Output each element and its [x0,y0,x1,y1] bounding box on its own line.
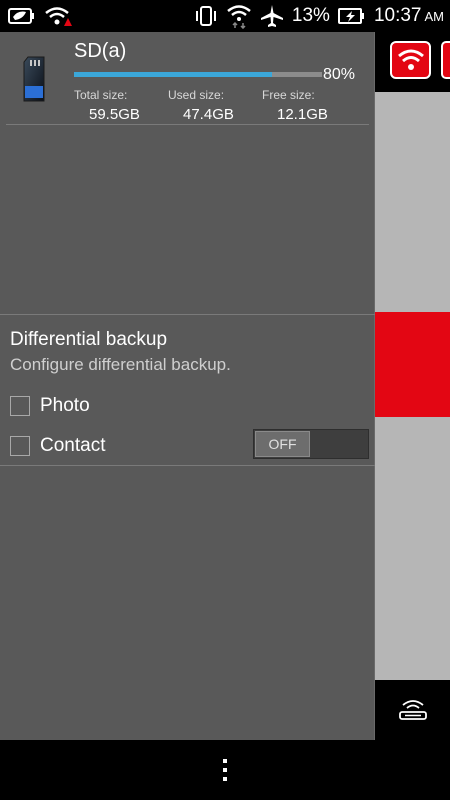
differential-backup-subtitle: Configure differential backup. [10,355,231,374]
photo-label: Photo [40,395,90,416]
sd-card-icon [23,56,45,102]
storage-card[interactable]: SD(a) 80% Total size: 59.5GB Used size: … [0,32,375,125]
overflow-menu-icon[interactable] [218,759,232,781]
navigation-bar [0,740,450,800]
underlying-grey-area-top [375,92,450,312]
vibrate-icon [195,6,216,26]
toggle-knob: OFF [255,431,310,457]
differential-backup-title: Differential backup [10,329,168,350]
used-size-label: Used size: [168,88,225,102]
app-wifi-icon[interactable] [390,41,431,79]
underlying-activity-panel [375,32,450,740]
clock-time: 10:37 [373,5,422,26]
storage-usage-bar [74,72,322,77]
status-bar: 13% 10:37 AM [0,0,450,32]
wifi-transfer-icon [227,5,251,29]
photo-option[interactable]: Photo [10,394,90,418]
airplane-mode-icon [260,5,283,27]
total-size-value: 59.5GB [89,106,140,123]
underlying-grey-area-bottom [375,417,450,680]
section-divider-bottom [0,465,375,466]
battery-percent: 13% [291,5,330,26]
router-icon[interactable] [375,680,450,740]
storage-name: SD(a) [74,40,127,62]
used-size-value: 47.4GB [183,106,234,123]
differential-backup-toggle[interactable]: OFF [253,429,369,459]
total-size-label: Total size: [74,88,128,102]
underlying-header [375,32,450,92]
underlying-red-area [375,312,450,417]
wifi-warning-icon [45,7,72,26]
clock-ampm: AM [424,8,445,24]
contact-option[interactable]: Contact [10,434,105,458]
storage-usage-fill [74,72,273,77]
contact-label: Contact [40,435,106,456]
contact-checkbox[interactable] [10,436,30,456]
battery-charging-icon [337,8,364,24]
photo-checkbox[interactable] [10,396,30,416]
free-size-label: Free size: [262,88,315,102]
storage-usage-percent: 80% [323,66,356,83]
free-size-value: 12.1GB [277,106,328,123]
battery-saver-icon [8,8,34,24]
app-secondary-icon[interactable] [441,41,450,79]
divider [6,124,369,125]
section-divider [0,314,375,315]
navigation-drawer: SD(a) 80% Total size: 59.5GB Used size: … [0,32,375,740]
